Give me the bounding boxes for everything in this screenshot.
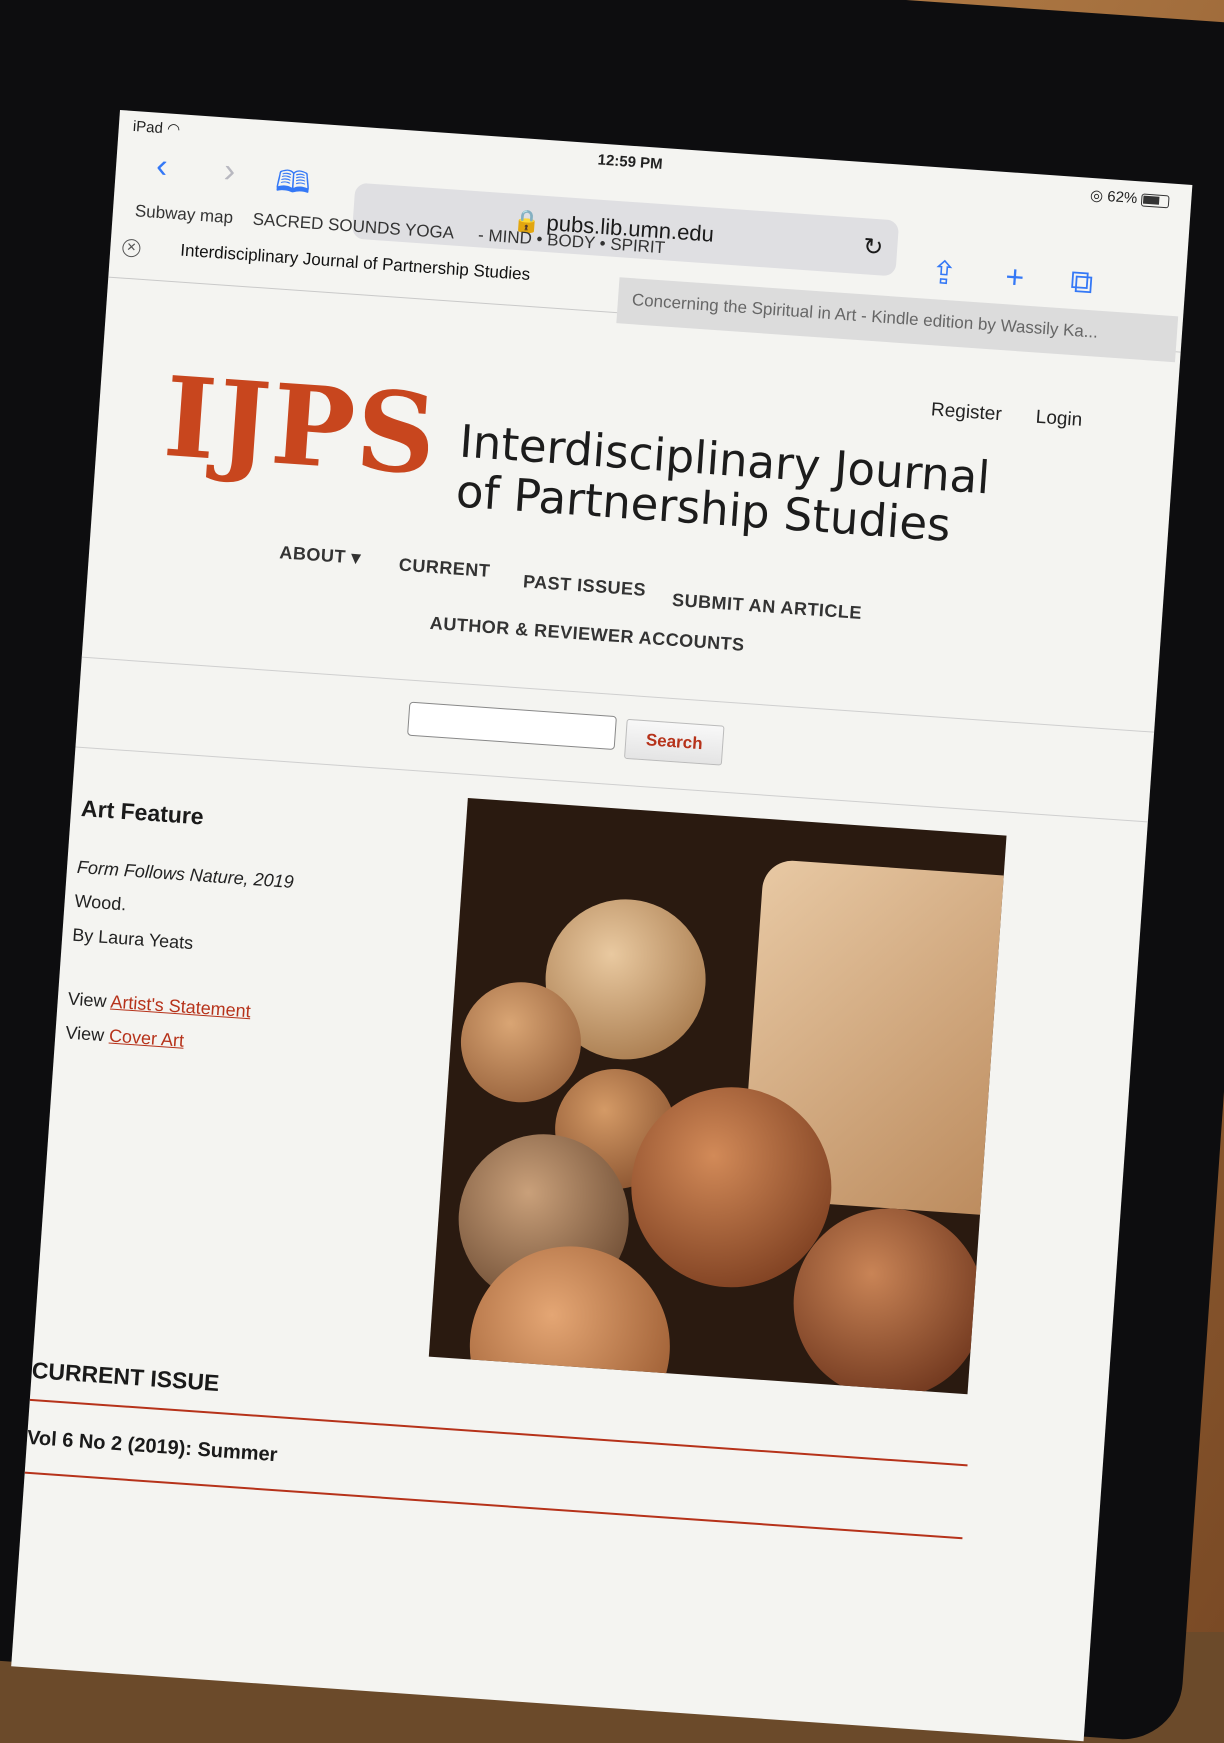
issue-rule [25,1472,963,1540]
tabs-icon[interactable]: ⧉ [1069,263,1094,303]
new-tab-icon[interactable]: + [1004,258,1025,296]
orientation-lock-icon: ◎ [1090,187,1104,205]
bookmarks-icon[interactable]: 🕮 [273,159,312,212]
forward-icon[interactable]: › [223,151,237,191]
share-icon[interactable]: ⇪ [929,253,958,293]
nav-submit-article[interactable]: SUBMIT AN ARTICLE [671,590,862,624]
wifi-icon: ◠ [166,120,180,138]
view-statement-line: View Artist's Statement [67,989,251,1023]
register-link[interactable]: Register [930,399,1002,426]
back-icon[interactable]: ‹ [155,147,169,187]
ipad-screen: iPad ◠ 12:59 PM ◎ 62% ‹ › 🕮 🔒 pubs.lib.u… [11,110,1192,1741]
artist-statement-link[interactable]: Artist's Statement [110,992,252,1022]
caret-down-icon: ▾ [351,547,362,568]
site-logo[interactable]: IJPS [160,352,442,500]
current-issue-heading: CURRENT ISSUE [31,1357,220,1397]
artwork-title: Form Follows Nature, 2019 [76,857,294,893]
favorite-subway-map[interactable]: Subway map [134,201,233,228]
artwork-medium: Wood. [74,891,127,916]
cover-art-link[interactable]: Cover Art [108,1026,184,1051]
reload-icon[interactable]: ↻ [862,232,884,262]
close-tab-icon[interactable]: ✕ [122,239,141,258]
view-cover-line: View Cover Art [65,1022,185,1051]
issue-title[interactable]: Vol 6 No 2 (2019): Summer [26,1427,278,1467]
nav-current[interactable]: CURRENT [398,555,491,582]
site-title: Interdisciplinary Journal of Partnership… [454,417,1020,556]
cover-art-image[interactable] [429,798,1007,1394]
nav-accounts[interactable]: AUTHOR & REVIEWER ACCOUNTS [429,613,745,656]
art-feature-heading: Art Feature [80,795,204,830]
battery-icon [1141,193,1170,208]
clock: 12:59 PM [597,151,663,172]
main-navigation: ABOUT ▾ CURRENT PAST ISSUES SUBMIT AN AR… [83,529,1163,714]
search-input[interactable] [407,702,617,750]
login-link[interactable]: Login [1035,407,1083,432]
artwork-author: By Laura Yeats [72,925,194,954]
nav-past-issues[interactable]: PAST ISSUES [522,571,646,601]
nav-about[interactable]: ABOUT ▾ [279,542,362,569]
device-label: iPad ◠ [132,117,180,138]
search-button[interactable]: Search [624,719,725,766]
